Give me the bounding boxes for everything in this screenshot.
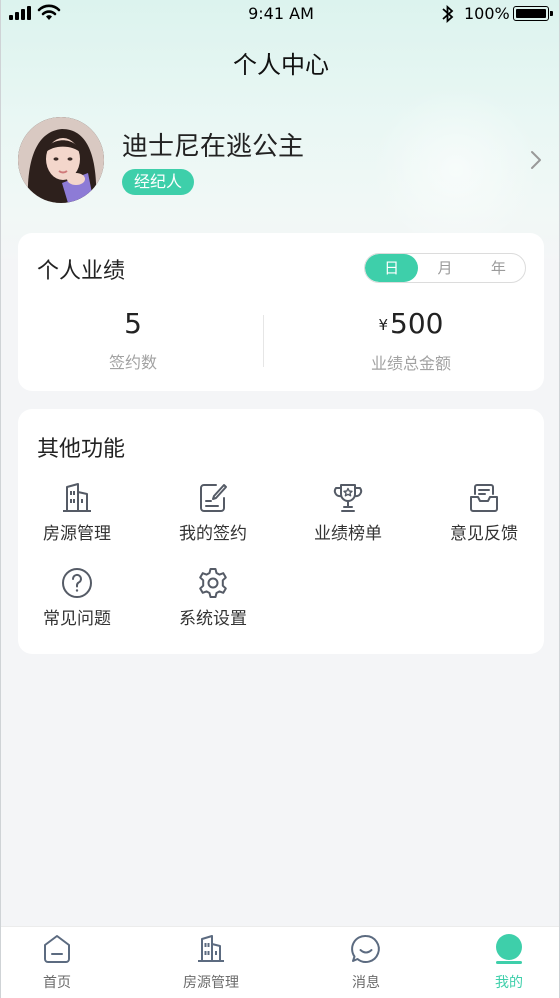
period-month-tab[interactable]: 月 (418, 254, 471, 282)
total-amount-value: ¥500 (278, 307, 544, 342)
functions-card: 其他功能 房源管理 我的签约 业绩榜单 意见反馈 常见问题 系统设置 (18, 409, 544, 654)
function-my-contracts[interactable]: 我的签约 (148, 481, 278, 545)
performance-title: 个人业绩 (37, 259, 126, 284)
building-icon (63, 483, 91, 512)
tab-label: 我的 (495, 975, 523, 991)
function-label: 业绩榜单 (314, 524, 382, 544)
total-amount-number: 500 (390, 307, 444, 340)
functions-title: 其他功能 (37, 437, 126, 462)
period-year-tab[interactable]: 年 (472, 254, 525, 282)
contracts-stat: 5 签约数 (18, 307, 248, 373)
trophy-icon (333, 484, 363, 512)
bluetooth-icon (442, 4, 454, 24)
function-label: 房源管理 (43, 524, 111, 544)
period-day-tab[interactable]: 日 (365, 254, 419, 282)
function-label: 常见问题 (43, 609, 111, 629)
chat-icon (351, 934, 380, 963)
function-leaderboard[interactable]: 业绩榜单 (283, 481, 413, 545)
stat-divider (263, 315, 264, 367)
bottom-tab-bar: 首页 房源管理 消息 我的 (1, 926, 559, 998)
building-icon (198, 935, 224, 962)
status-bar: 9:41 AM 100% (1, 0, 559, 28)
battery-percentage: 100% (464, 4, 510, 23)
tab-messages[interactable]: 消息 (311, 933, 421, 992)
function-feedback[interactable]: 意见反馈 (419, 481, 549, 545)
total-amount-stat: ¥500 业绩总金额 (278, 307, 544, 374)
function-settings[interactable]: 系统设置 (148, 566, 278, 630)
contracts-label: 签约数 (108, 353, 157, 372)
function-label: 意见反馈 (450, 524, 518, 544)
function-property-management[interactable]: 房源管理 (12, 481, 142, 545)
tab-home[interactable]: 首页 (2, 933, 112, 992)
tab-label: 房源管理 (183, 975, 239, 991)
tab-property-management[interactable]: 房源管理 (156, 933, 266, 992)
battery-icon (513, 6, 553, 21)
role-badge: 经纪人 (122, 169, 195, 195)
gear-icon (199, 568, 227, 598)
chevron-right-icon[interactable] (529, 150, 543, 170)
avatar-image (18, 117, 104, 203)
contracts-value: 5 (124, 307, 142, 340)
user-name: 迪士尼在逃公主 (122, 132, 305, 162)
user-icon (496, 934, 522, 964)
function-label: 我的签约 (179, 524, 247, 544)
currency-symbol: ¥ (378, 316, 389, 334)
question-icon (62, 568, 92, 598)
total-amount-label: 业绩总金额 (370, 354, 451, 373)
inbox-icon (470, 484, 498, 512)
function-faq[interactable]: 常见问题 (12, 566, 142, 630)
avatar[interactable] (18, 117, 104, 203)
function-label: 系统设置 (179, 609, 247, 629)
edit-document-icon (200, 484, 227, 512)
performance-card: 个人业绩 日 月 年 5 签约数 ¥500 业绩总金额 (18, 233, 544, 391)
home-icon (44, 935, 70, 963)
page-title: 个人中心 (233, 51, 329, 79)
tab-label: 首页 (43, 975, 71, 991)
tab-label: 消息 (352, 975, 380, 991)
tab-mine[interactable]: 我的 (454, 933, 559, 992)
app-screen: 9:41 AM 100% 个人中心 迪士尼在逃公主 经纪人 个人业绩 日 月 年… (0, 0, 560, 998)
period-switcher: 日 月 年 (364, 253, 526, 283)
